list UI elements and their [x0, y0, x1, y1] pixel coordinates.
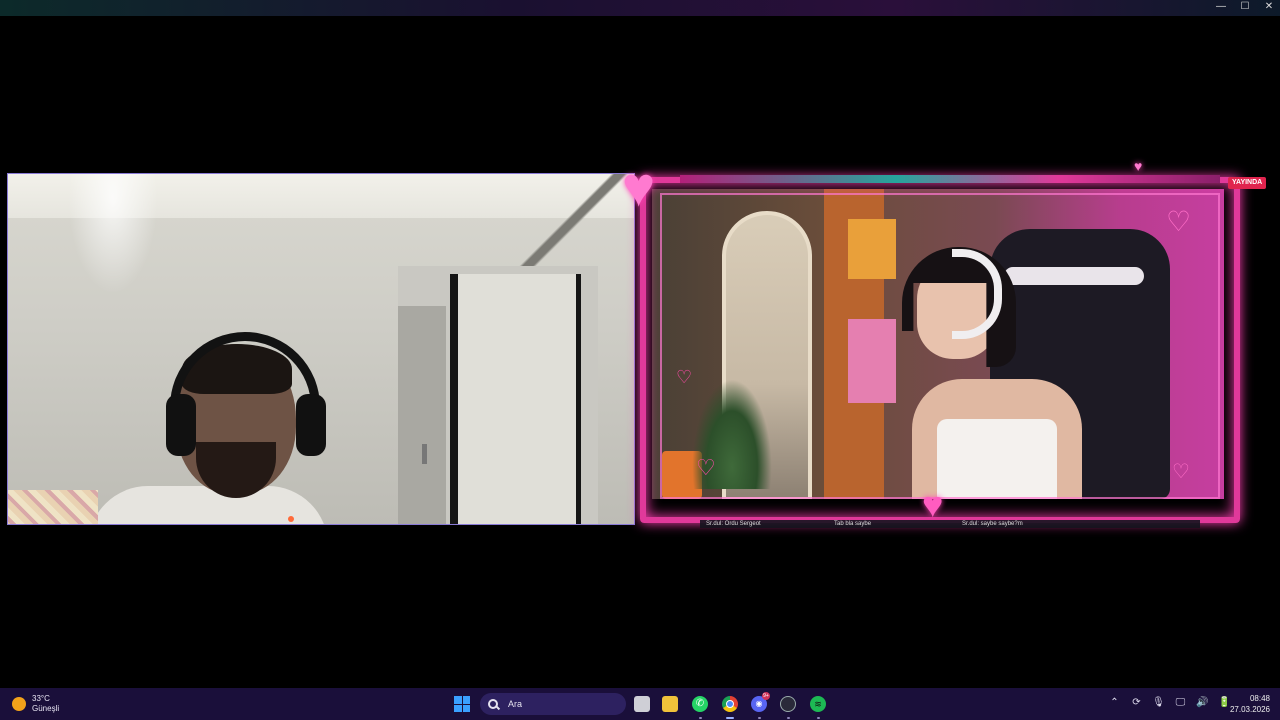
system-tray: ⌃ ⟳ 🎙 🖵 🔊 🔋: [1108, 696, 1231, 710]
show-hidden-icons-icon[interactable]: ⌃: [1108, 696, 1121, 710]
start-button[interactable]: [454, 696, 470, 712]
volume-icon[interactable]: 🔊: [1196, 696, 1209, 710]
weather-temp: 33°C: [32, 694, 50, 703]
chat-ticker: Sr.dul: Ordu Sergeot Tab bla saybe Sr.du…: [700, 520, 1200, 528]
pixel-heart-icon: ♥: [622, 155, 656, 218]
headset-earcup: [296, 394, 326, 456]
microphone-icon[interactable]: 🎙: [1152, 696, 1165, 710]
pixel-heart-icon: ♥: [922, 484, 944, 525]
notification-badge: 9+: [762, 692, 770, 700]
outline-heart-icon: ♡: [1172, 461, 1190, 483]
windows-logo-icon: [462, 696, 470, 704]
window-titlebar: — ☐ ✕: [0, 0, 1280, 16]
spotify-icon[interactable]: ≋: [810, 696, 826, 712]
windows-logo-icon: [454, 704, 462, 712]
search-input[interactable]: [506, 698, 620, 710]
weather-condition: Güneşli: [32, 704, 60, 713]
streamer-left: [88, 324, 328, 524]
small-heart-icon: ♥: [1134, 158, 1143, 174]
sync-icon[interactable]: ⟳: [1130, 696, 1143, 710]
weather-text: 33°C Güneşli: [32, 694, 59, 714]
live-badge: YAYINDA: [1228, 177, 1267, 189]
light-spot: [68, 174, 158, 294]
minimize-icon[interactable]: —: [1216, 1, 1226, 13]
windows-logo-icon: [454, 696, 462, 704]
outline-heart-icon: ♡: [676, 367, 693, 387]
running-app-indicator: [699, 717, 702, 719]
stream-feed-right: ♥ ♥ ♥ ♡ ♡ ♡ ♡ YAYINDA Sr.dul: Ordu Serge…: [622, 159, 1267, 529]
steam-icon[interactable]: [780, 696, 796, 712]
running-app-indicator: [758, 717, 761, 719]
blanket: [8, 490, 98, 524]
overlay-inner-border: [660, 193, 1220, 499]
outline-heart-icon: ♡: [696, 455, 716, 480]
taskbar: 33°C Güneşli ✆ ◉ 9+ ≋ ⌃ ⟳ 🎙 🖵 🔊 🔋 08:48 …: [0, 688, 1280, 720]
chrome-icon[interactable]: [722, 696, 738, 712]
outline-heart-icon: ♡: [1166, 206, 1192, 237]
task-view-icon[interactable]: [634, 696, 650, 712]
maximize-icon[interactable]: ☐: [1240, 1, 1250, 13]
running-app-indicator: [787, 717, 790, 719]
window-controls: — ☐ ✕: [1216, 1, 1274, 13]
sun-icon: [12, 697, 26, 711]
wardrobe-door: [450, 274, 581, 524]
search-icon: [488, 699, 498, 709]
display-icon[interactable]: 🖵: [1174, 696, 1187, 710]
running-app-indicator: [817, 717, 820, 719]
overlay-top-band: [680, 175, 1220, 183]
windows-logo-icon: [462, 704, 470, 712]
webcam-feed-left: [7, 173, 635, 525]
wardrobe: [398, 266, 598, 524]
whatsapp-icon[interactable]: ✆: [692, 696, 708, 712]
ticker-message: Tab bla saybe: [834, 521, 872, 527]
active-app-indicator: [726, 717, 734, 719]
wardrobe-door: [398, 306, 446, 524]
file-explorer-icon[interactable]: [662, 696, 678, 712]
weather-widget[interactable]: 33°C Güneşli: [12, 694, 59, 714]
mic-light: [288, 516, 294, 522]
ticker-message: Sr.dul: saybe saybe?m: [962, 521, 1023, 527]
taskbar-clock[interactable]: 08:48 27.03.2026: [1230, 693, 1270, 715]
clock-date: 27.03.2026: [1229, 705, 1270, 714]
wardrobe-handle: [422, 444, 427, 464]
clock-time: 08:48: [1249, 694, 1270, 703]
close-icon[interactable]: ✕: [1264, 1, 1274, 13]
ticker-message: Sr.dul: Ordu Sergeot: [706, 521, 761, 527]
taskbar-search[interactable]: [480, 693, 626, 715]
headset-earcup: [166, 394, 196, 456]
